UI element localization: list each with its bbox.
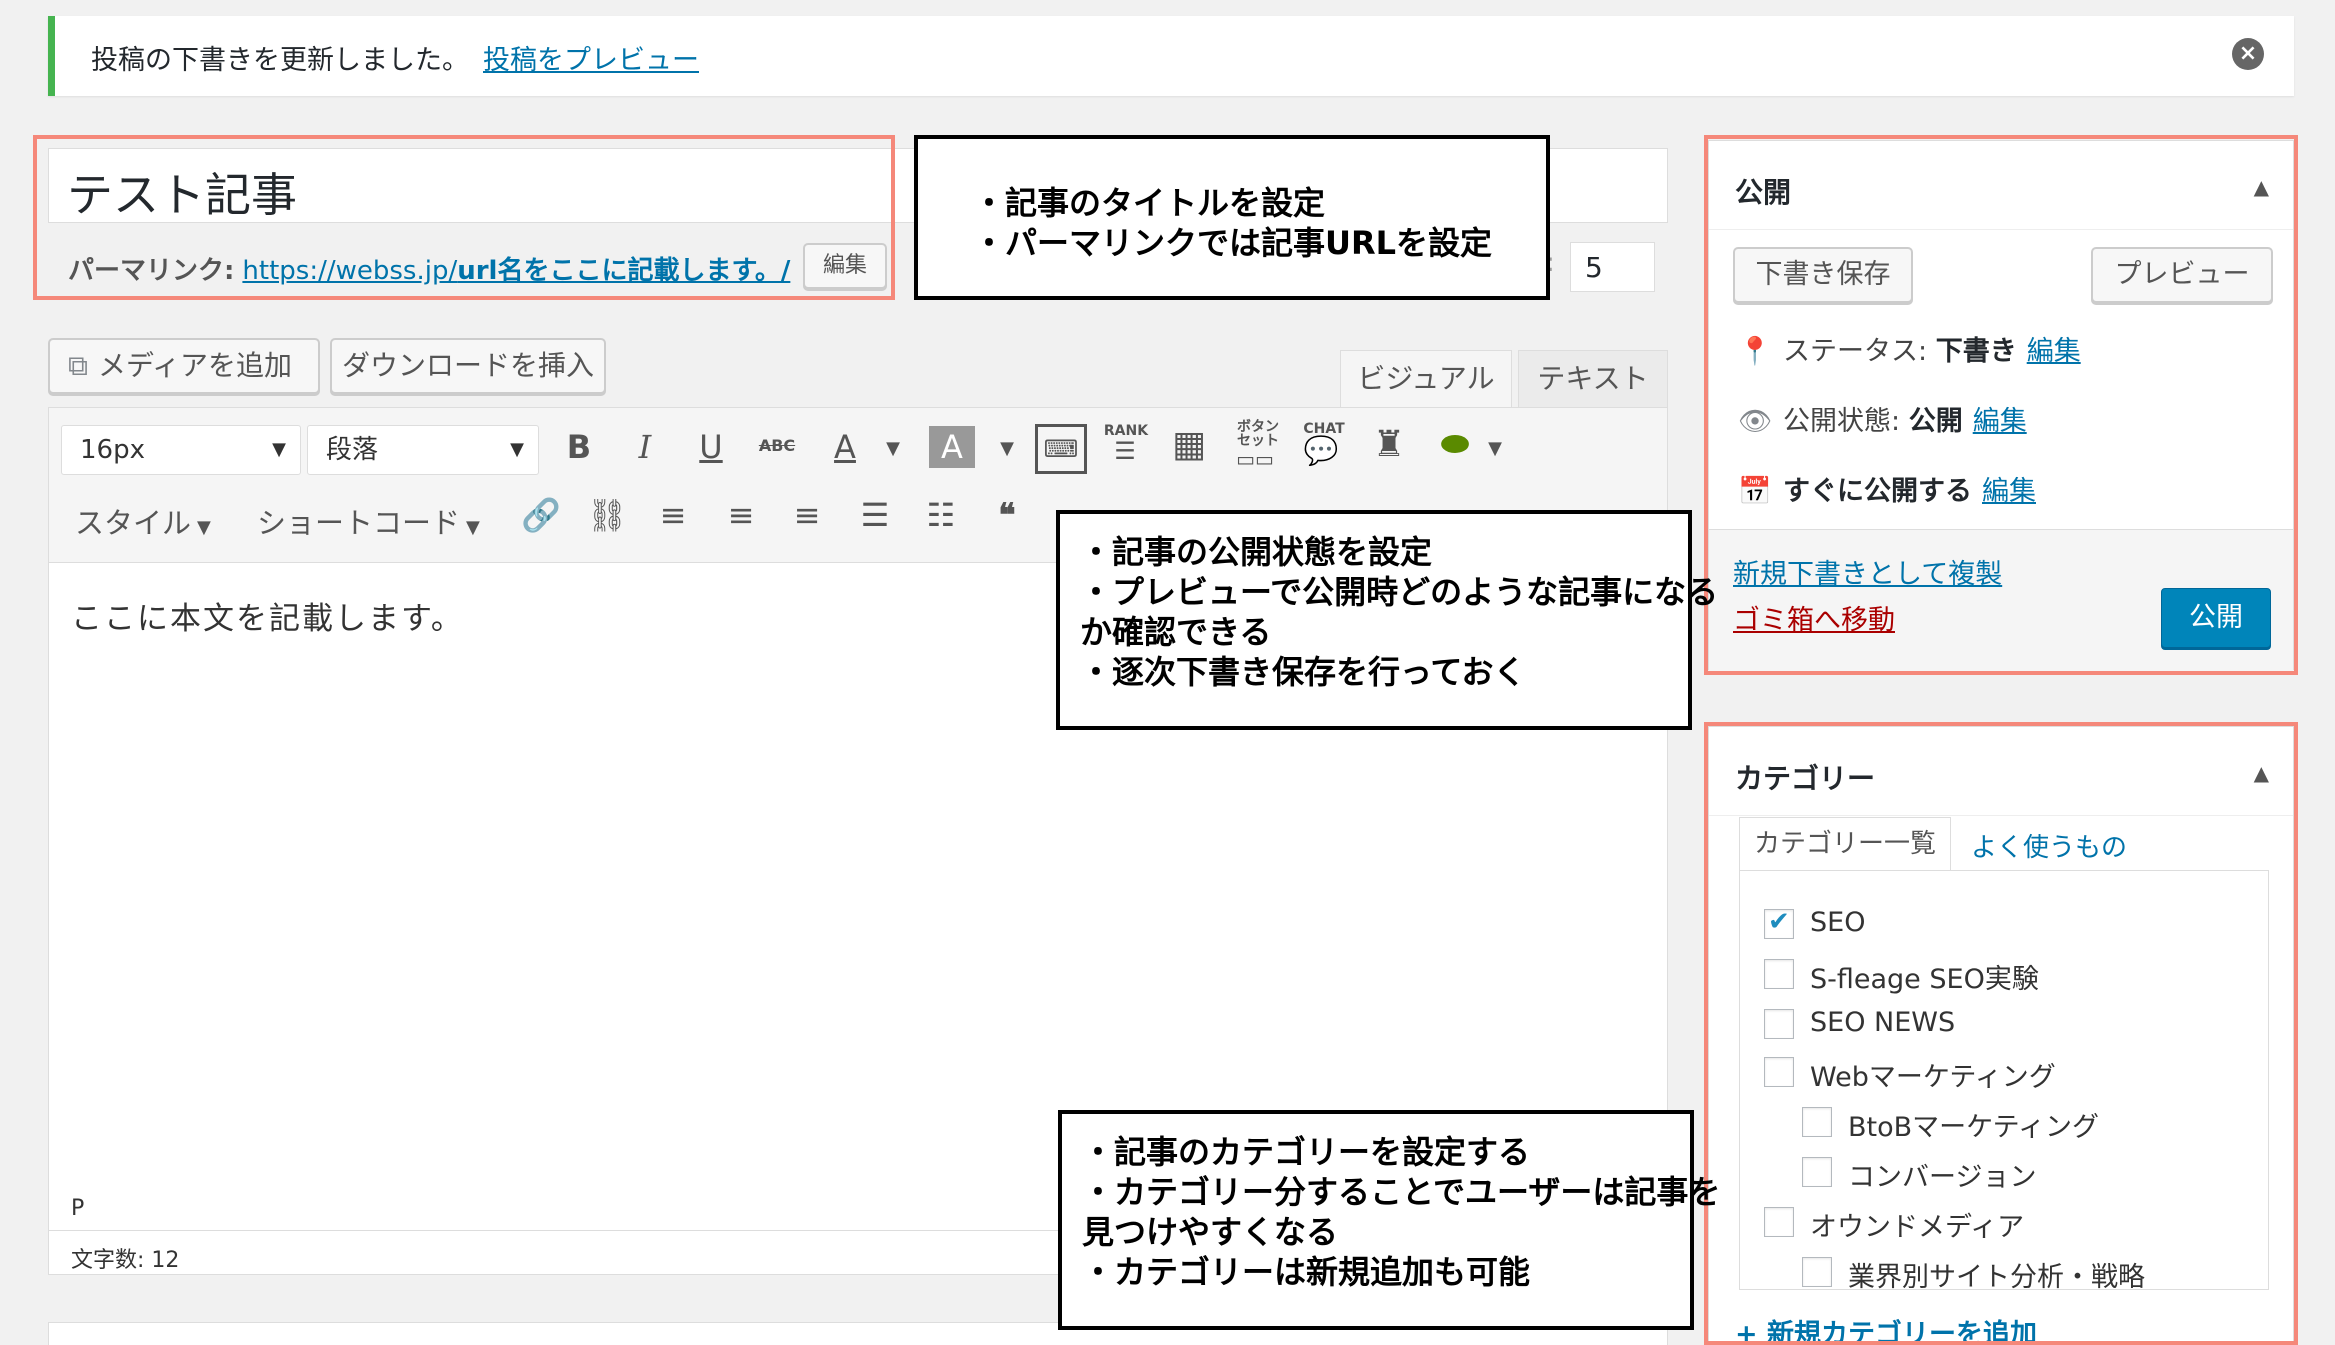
title-highlight xyxy=(33,135,895,300)
publish-highlight xyxy=(1704,135,2298,675)
rank-label: RANK xyxy=(1103,423,1149,439)
word-count: 文字数: 12 xyxy=(71,1248,180,1273)
align-right-icon[interactable]: ≡ xyxy=(785,496,829,534)
media-icon: ⧉ xyxy=(68,349,88,382)
tab-text[interactable]: テキスト xyxy=(1518,350,1668,408)
preview-post-link[interactable]: 投稿をプレビュー xyxy=(483,45,699,76)
table-icon[interactable]: ▦ xyxy=(1167,424,1211,465)
insert-download-button[interactable]: ダウンロードを挿入 xyxy=(330,338,606,394)
title-callout: ・記事のタイトルを設定 ・パーマリンクでは記事URLを設定 xyxy=(914,135,1550,300)
link-icon[interactable]: 🔗 xyxy=(519,496,563,534)
background-color-caret-icon[interactable]: ▼ xyxy=(985,438,1029,459)
button-set-label-2: セット xyxy=(1237,433,1279,449)
person-icon[interactable]: ♜ xyxy=(1367,424,1411,465)
editor-content[interactable]: ここに本文を記載します。 xyxy=(71,593,464,638)
callout-line: ・記事のタイトルを設定 xyxy=(973,184,1326,222)
button-set-label-1: ボタン xyxy=(1237,419,1279,435)
number-value: 5 xyxy=(1585,251,1603,284)
underline-icon[interactable]: U xyxy=(689,428,733,466)
number-input[interactable]: 5 xyxy=(1570,242,1655,292)
category-callout: ・記事のカテゴリーを設定する ・カテゴリー分することでユーザーは記事を 見つけや… xyxy=(1058,1110,1720,1330)
font-size-select[interactable]: 16px ▼ xyxy=(61,425,301,475)
format-caret-icon: ▼ xyxy=(510,439,524,460)
numbered-list-icon[interactable]: ☷ xyxy=(919,496,963,534)
rank-icon[interactable]: RANK ☰ xyxy=(1103,424,1149,464)
strikethrough-icon[interactable]: ABC xyxy=(755,436,799,455)
category-highlight xyxy=(1704,722,2298,1345)
chat-icon[interactable]: CHAT 💬 xyxy=(1299,422,1349,466)
style-menu-label: スタイル xyxy=(75,506,192,540)
publish-callout: ・記事の公開状態を設定 ・プレビューで公開時どのような記事になる か確認できる … xyxy=(1056,510,1718,730)
text-color-icon[interactable]: A xyxy=(823,428,867,466)
shortcode-menu-caret-icon: ▼ xyxy=(466,517,480,538)
callout-line: ・パーマリンクでは記事URLを設定 xyxy=(973,224,1493,262)
callout-line: か確認できる xyxy=(1080,613,1272,651)
format-select[interactable]: 段落 ▼ xyxy=(307,425,539,475)
add-media-label: メディアを追加 xyxy=(98,349,293,382)
close-circle-icon[interactable]: × xyxy=(2232,38,2264,70)
blockquote-icon[interactable]: ❝ xyxy=(985,496,1029,534)
text-color-caret-icon[interactable]: ▼ xyxy=(871,438,915,459)
chat-bubble-icon: 💬 xyxy=(1303,434,1339,467)
add-media-button[interactable]: ⧉ メディアを追加 xyxy=(48,338,320,394)
callout-line: ・カテゴリー分することでユーザーは記事を xyxy=(1082,1173,1721,1211)
plugin-icon[interactable]: ⬬ xyxy=(1433,424,1477,464)
notice-message: 投稿の下書きを更新しました。 投稿をプレビュー xyxy=(91,38,699,77)
font-size-caret-icon: ▼ xyxy=(272,439,286,460)
keyboard-icon[interactable]: ⌨ xyxy=(1035,424,1087,474)
plugin-caret-icon[interactable]: ▼ xyxy=(1473,438,1517,459)
callout-line: ・カテゴリーは新規追加も可能 xyxy=(1082,1253,1531,1291)
callout-line: ・プレビューで公開時どのような記事になる xyxy=(1080,573,1719,611)
shortcode-menu-label: ショートコード xyxy=(257,506,461,540)
shortcode-menu[interactable]: ショートコード ▼ xyxy=(257,500,480,542)
rank-lines-icon: ☰ xyxy=(1114,437,1136,465)
button-set-boxes-icon: ▭▭ xyxy=(1236,447,1274,471)
style-menu[interactable]: スタイル ▼ xyxy=(75,500,211,542)
style-menu-caret-icon: ▼ xyxy=(197,517,211,538)
align-center-icon[interactable]: ≡ xyxy=(719,496,763,534)
callout-line: ・逐次下書き保存を行っておく xyxy=(1080,653,1526,691)
button-set-icon[interactable]: ボタン セット ▭▭ xyxy=(1233,420,1283,470)
align-left-icon[interactable]: ≡ xyxy=(651,496,695,534)
callout-line: ・記事のカテゴリーを設定する xyxy=(1082,1133,1531,1171)
notice-message-text: 投稿の下書きを更新しました。 xyxy=(91,45,469,76)
bullet-list-icon[interactable]: ☰ xyxy=(853,496,897,534)
update-notice: 投稿の下書きを更新しました。 投稿をプレビュー × xyxy=(48,16,2294,96)
format-value: 段落 xyxy=(326,435,379,465)
italic-icon[interactable]: I xyxy=(623,428,667,466)
callout-line: 見つけやすくなる xyxy=(1082,1213,1339,1251)
unlink-icon[interactable]: ⛓ xyxy=(585,496,629,534)
callout-line: ・記事の公開状態を設定 xyxy=(1080,533,1433,571)
tab-visual[interactable]: ビジュアル xyxy=(1340,350,1512,408)
bold-icon[interactable]: B xyxy=(557,428,601,466)
font-size-value: 16px xyxy=(80,435,145,465)
background-color-icon[interactable]: A xyxy=(929,426,975,468)
element-path: P xyxy=(71,1196,85,1221)
